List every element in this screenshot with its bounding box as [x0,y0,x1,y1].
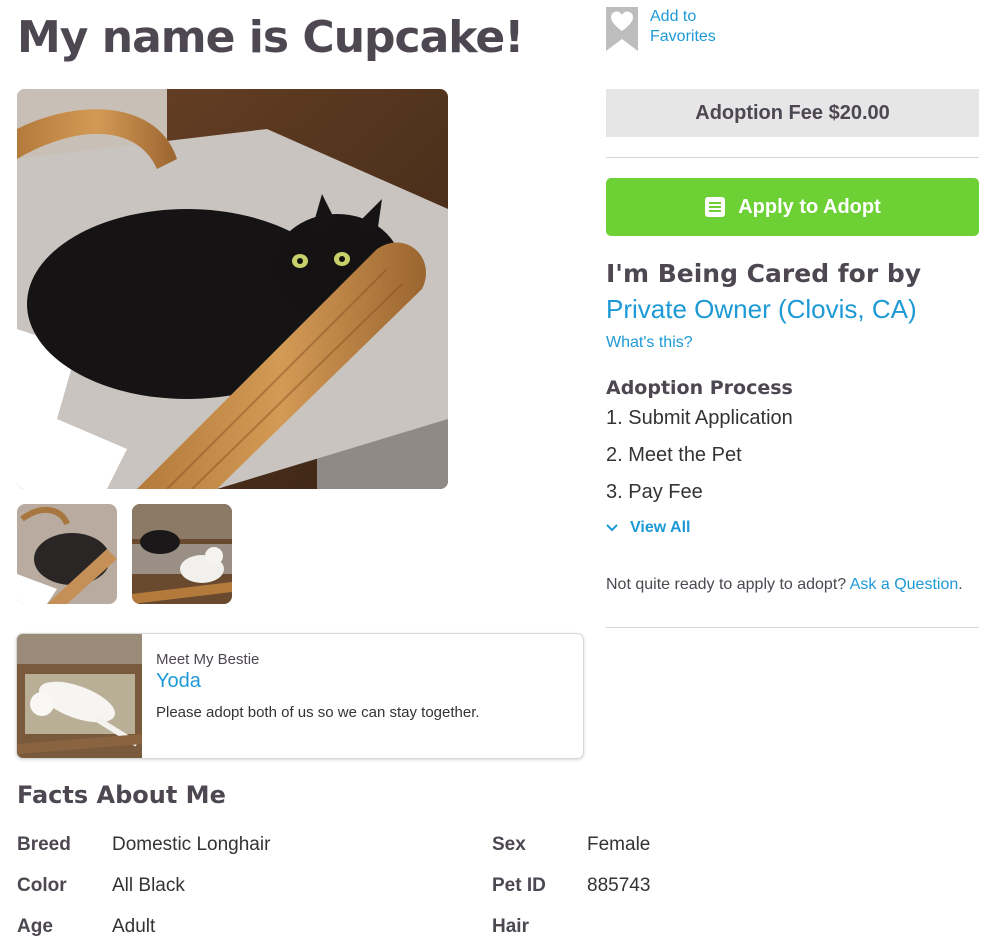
apply-button-label: Apply to Adopt [738,195,881,218]
fact-value-age: Adult [112,916,156,937]
favorites-label-line2: Favorites [650,28,716,45]
ask-a-question-link[interactable]: Ask a Question [850,576,959,593]
adoption-fee: Adoption Fee $20.00 [606,89,979,137]
not-ready-period: . [958,576,963,593]
document-icon [704,196,726,218]
bestie-name-link[interactable]: Yoda [156,670,201,693]
favorites-label-line1: Add to [650,8,697,25]
fact-label-breed: Breed [17,834,71,855]
thumbnail-image-two-cats [132,504,232,604]
divider [606,157,979,158]
view-all-button[interactable]: View All [606,519,690,537]
chevron-down-icon [606,524,618,532]
not-ready-text: Not quite ready to apply to adopt? Ask a… [606,576,963,594]
fact-label-hair: Hair [492,916,529,937]
bestie-photo[interactable] [17,634,142,758]
add-to-favorites-button[interactable]: Add to Favorites [606,7,716,56]
fact-label-pet-id: Pet ID [492,875,546,896]
process-step-1: 1. Submit Application [606,407,793,429]
divider [606,627,979,628]
facts-heading: Facts About Me [17,781,226,809]
fact-value-breed: Domestic Longhair [112,834,271,855]
adoption-process-heading: Adoption Process [606,377,793,399]
heart-bookmark-icon [606,7,638,56]
thumbnail-2[interactable] [132,504,232,604]
apply-to-adopt-button[interactable]: Apply to Adopt [606,178,979,236]
bestie-description: Please adopt both of us so we can stay t… [156,704,480,721]
process-step-2: 2. Meet the Pet [606,444,742,466]
main-pet-photo[interactable] [17,89,448,489]
bestie-card[interactable]: Meet My Bestie Yoda Please adopt both of… [16,633,584,759]
fact-value-sex: Female [587,834,651,855]
page-title: My name is Cupcake! [17,12,524,63]
white-cat-image [17,634,142,758]
owner-link[interactable]: Private Owner (Clovis, CA) [606,294,917,325]
fact-label-age: Age [17,916,53,937]
bestie-label: Meet My Bestie [156,651,260,668]
fact-label-color: Color [17,875,67,896]
cared-for-heading: I'm Being Cared for by [606,259,922,288]
not-ready-label: Not quite ready to apply to adopt? [606,576,847,593]
view-all-label: View All [630,519,691,536]
thumbnail-image-cat [17,504,117,604]
fact-value-pet-id: 885743 [587,875,651,896]
black-cat-on-chair-image [17,89,448,489]
process-step-3: 3. Pay Fee [606,481,703,503]
fact-label-sex: Sex [492,834,526,855]
whats-this-link[interactable]: What's this? [606,334,693,352]
thumbnail-1[interactable] [17,504,117,604]
fact-value-color: All Black [112,875,185,896]
